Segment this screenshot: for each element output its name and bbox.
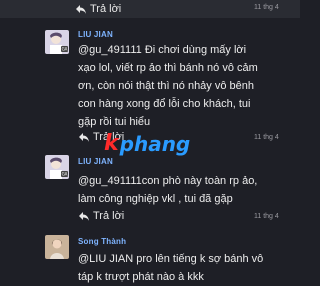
comment-line: gặp rồi tui hiểu: [78, 116, 151, 128]
comment-text: @gu_491111con phò này toàn rp ảo, làm cô…: [78, 172, 300, 208]
avatar[interactable]: GA: [45, 155, 69, 179]
comment-line: con hàng xong đổ lỗi cho khách, tui: [78, 98, 251, 110]
reply-arrow-icon: [76, 5, 86, 14]
comment-time: 11 thg 4: [254, 4, 279, 11]
author-name[interactable]: LIU JIAN: [78, 30, 113, 39]
reply-label: Trả lời: [90, 3, 122, 15]
user-avatar-image: GA: [45, 155, 69, 179]
user-avatar-image: GA: [45, 30, 69, 54]
user-avatar-image: [45, 235, 69, 259]
author-name[interactable]: LIU JIAN: [78, 157, 113, 166]
avatar-badge: GA: [62, 47, 68, 52]
reply-button[interactable]: Trả lời: [78, 210, 124, 222]
comment-line: ơn, còn nói thật thì nó nhảy vô bênh: [78, 80, 255, 92]
comment-line: làm công nghiệp vkl , tui đã gặp: [78, 193, 233, 205]
comment-time: 11 thg 4: [254, 213, 279, 220]
avatar[interactable]: [45, 235, 69, 259]
reply-button[interactable]: Trả lời: [75, 3, 121, 15]
comment-line: @gu_491111con phò này toàn rp ảo,: [78, 175, 258, 187]
site-watermark-logo: k phang: [104, 131, 190, 156]
comment-line: xạo lol, viết rp ảo thì bánh nó vô cảm: [78, 62, 258, 74]
comment-text: @LIU JIAN pro lên tiếng k sợ bánh vô táp…: [78, 250, 300, 286]
comment-text: @gu_491111 Đi chơi dùng mấy lời xạo lol,…: [78, 41, 300, 131]
watermark-text: phang: [119, 131, 191, 156]
avatar[interactable]: GA: [45, 30, 69, 54]
comment-time: 11 thg 4: [254, 134, 279, 141]
comment-line: @LIU JIAN pro lên tiếng k sợ bánh vô: [78, 253, 264, 265]
avatar-badge: GA: [62, 172, 68, 177]
watermark-k: k: [104, 131, 119, 156]
reply-label: Trả lời: [93, 210, 125, 222]
comment-line: táp k trượt phát nào à kkk: [78, 271, 204, 283]
author-name[interactable]: Song Thành: [78, 237, 126, 246]
reply-arrow-icon: [79, 133, 89, 142]
reply-arrow-icon: [79, 212, 89, 221]
comment-line: @gu_491111 Đi chơi dùng mấy lời: [78, 44, 247, 56]
